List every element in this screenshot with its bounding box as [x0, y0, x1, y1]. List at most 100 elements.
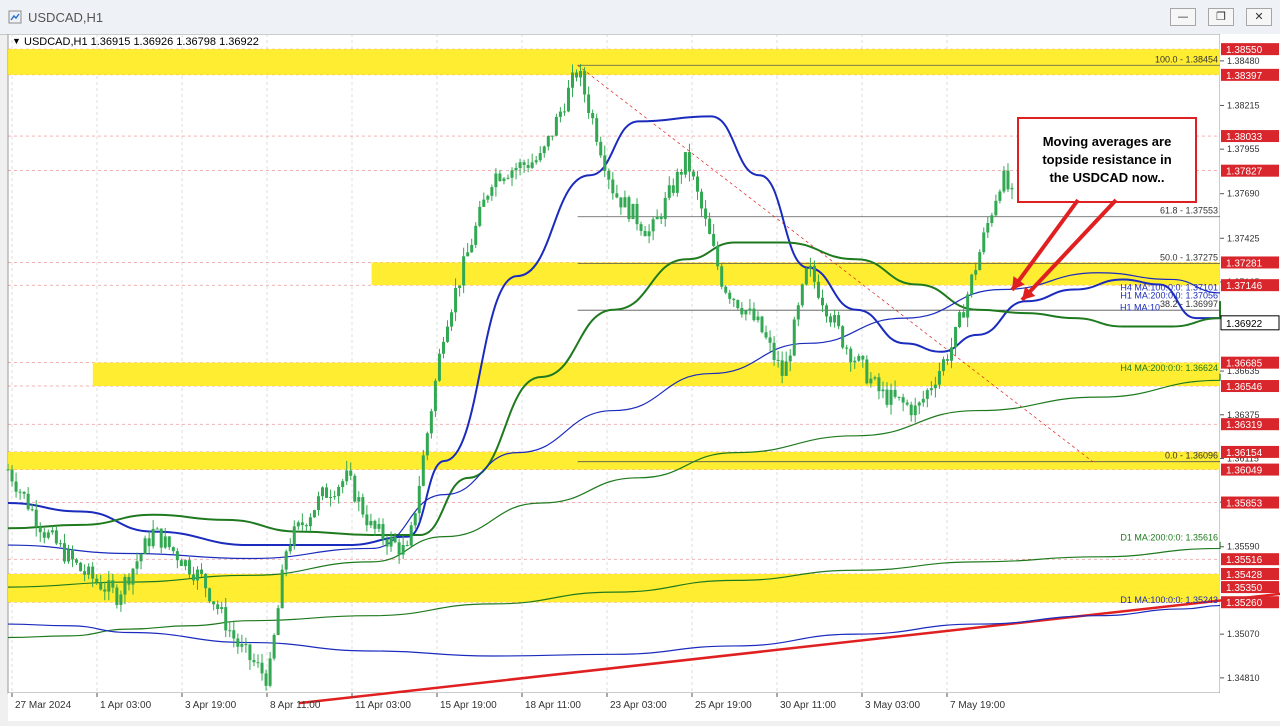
price-label: 1.35350	[1226, 583, 1263, 594]
candle-body	[183, 560, 187, 567]
candle-body	[893, 389, 897, 397]
candle-body	[159, 528, 163, 548]
candle-body	[171, 547, 175, 552]
candle-body	[478, 206, 482, 226]
ma-label: H1 MA:10	[1120, 303, 1160, 313]
candle-body	[667, 185, 671, 198]
candle-body	[933, 384, 937, 389]
candle-body	[784, 361, 788, 376]
candle-body	[228, 630, 232, 632]
price-label: 1.38033	[1226, 132, 1263, 143]
candle-body	[75, 559, 79, 563]
candle-body	[881, 389, 885, 392]
candle-body	[474, 225, 478, 245]
close-button[interactable]: ✕	[1246, 8, 1272, 26]
chart-area[interactable]: 100.0 - 1.38454 61.8 - 1.37553 50.0 - 1.37…	[0, 33, 1280, 721]
price-label: 1.37281	[1226, 258, 1263, 269]
collapse-arrow-icon[interactable]: ▼	[12, 36, 21, 46]
candle-body	[115, 587, 119, 605]
candle-body	[925, 390, 929, 399]
candle-body	[825, 305, 829, 317]
candle-body	[522, 162, 526, 166]
candle-body	[42, 532, 46, 538]
candle-body	[139, 553, 143, 562]
candle-body	[800, 284, 804, 306]
candle-body	[95, 578, 99, 583]
candle-body	[377, 524, 381, 529]
candle-body	[570, 72, 574, 88]
candle-body	[538, 153, 542, 161]
candle-body	[288, 545, 292, 552]
candle-body	[26, 493, 30, 510]
candle-body	[788, 355, 792, 362]
candle-body	[917, 402, 921, 406]
candle-body	[437, 353, 441, 381]
title-bar: USDCAD,H1 — ❐ ✕	[0, 0, 1280, 35]
candle-body	[107, 580, 111, 592]
candle-body	[619, 197, 623, 208]
candle-body	[66, 549, 70, 562]
candle-body	[526, 165, 530, 168]
price-label: 1.35260	[1226, 598, 1263, 609]
candle-body	[994, 200, 998, 216]
candle-body	[62, 543, 66, 562]
candle-body	[595, 118, 599, 142]
candle-body	[345, 470, 349, 482]
candle-body	[913, 405, 917, 416]
candle-body	[212, 601, 216, 605]
candle-body	[635, 203, 639, 225]
candle-body	[83, 571, 87, 575]
x-tick-label: 23 Apr 03:00	[610, 700, 667, 711]
close-icon: ✕	[1254, 10, 1264, 23]
candle-body	[99, 582, 103, 590]
annotation-text: Moving averages are	[1043, 134, 1172, 149]
candle-body	[704, 208, 708, 219]
annotation-text: the USDCAD now..	[1049, 170, 1164, 185]
x-tick-label: 18 Apr 11:00	[525, 700, 581, 711]
candle-body	[950, 347, 954, 361]
x-tick-label: 8 Apr 11:00	[270, 700, 321, 711]
candle-body	[260, 662, 264, 674]
candle-body	[71, 549, 75, 560]
candle-body	[804, 268, 808, 285]
candle-body	[220, 607, 224, 610]
candle-body	[611, 179, 615, 194]
candle-body	[276, 608, 280, 635]
candle-body	[54, 530, 58, 544]
ma-label: H1 MA:200:0:0: 1.37056	[1120, 290, 1218, 300]
candle-body	[744, 310, 748, 315]
minimize-button[interactable]: —	[1170, 8, 1196, 26]
price-label: 1.38397	[1226, 71, 1263, 82]
support-resistance-zone	[8, 451, 1220, 470]
candle-body	[768, 337, 772, 343]
candle-body	[280, 569, 284, 609]
y-tick-label: 1.37955	[1227, 144, 1260, 154]
price-chart[interactable]: 100.0 - 1.38454 61.8 - 1.37553 50.0 - 1.37…	[0, 33, 1280, 721]
candle-body	[780, 360, 784, 376]
candle-body	[87, 566, 91, 575]
candle-body	[248, 644, 252, 661]
candle-body	[421, 455, 425, 486]
candle-body	[776, 359, 780, 361]
candle-body	[849, 348, 853, 363]
candle-body	[433, 380, 437, 412]
candle-body	[329, 496, 333, 498]
candle-body	[79, 562, 83, 572]
symbol-header: USDCAD,H1 1.36915 1.36926 1.36798 1.3692…	[24, 36, 259, 48]
candle-body	[361, 497, 365, 515]
candle-body	[151, 528, 155, 547]
candle-body	[599, 141, 603, 156]
support-resistance-zone	[8, 49, 1220, 75]
x-tick-label: 7 May 19:00	[950, 700, 1005, 711]
y-tick-label: 1.34810	[1227, 673, 1260, 683]
maximize-button[interactable]: ❐	[1208, 8, 1234, 26]
candle-body	[534, 160, 538, 163]
candle-body	[659, 216, 663, 219]
candle-body	[321, 487, 325, 497]
candle-body	[179, 560, 183, 567]
candle-body	[272, 634, 276, 659]
candle-body	[58, 543, 62, 545]
x-tick-label: 15 Apr 19:00	[440, 700, 497, 711]
current-price-label: 1.36922	[1226, 319, 1263, 330]
candle-body	[679, 171, 683, 175]
